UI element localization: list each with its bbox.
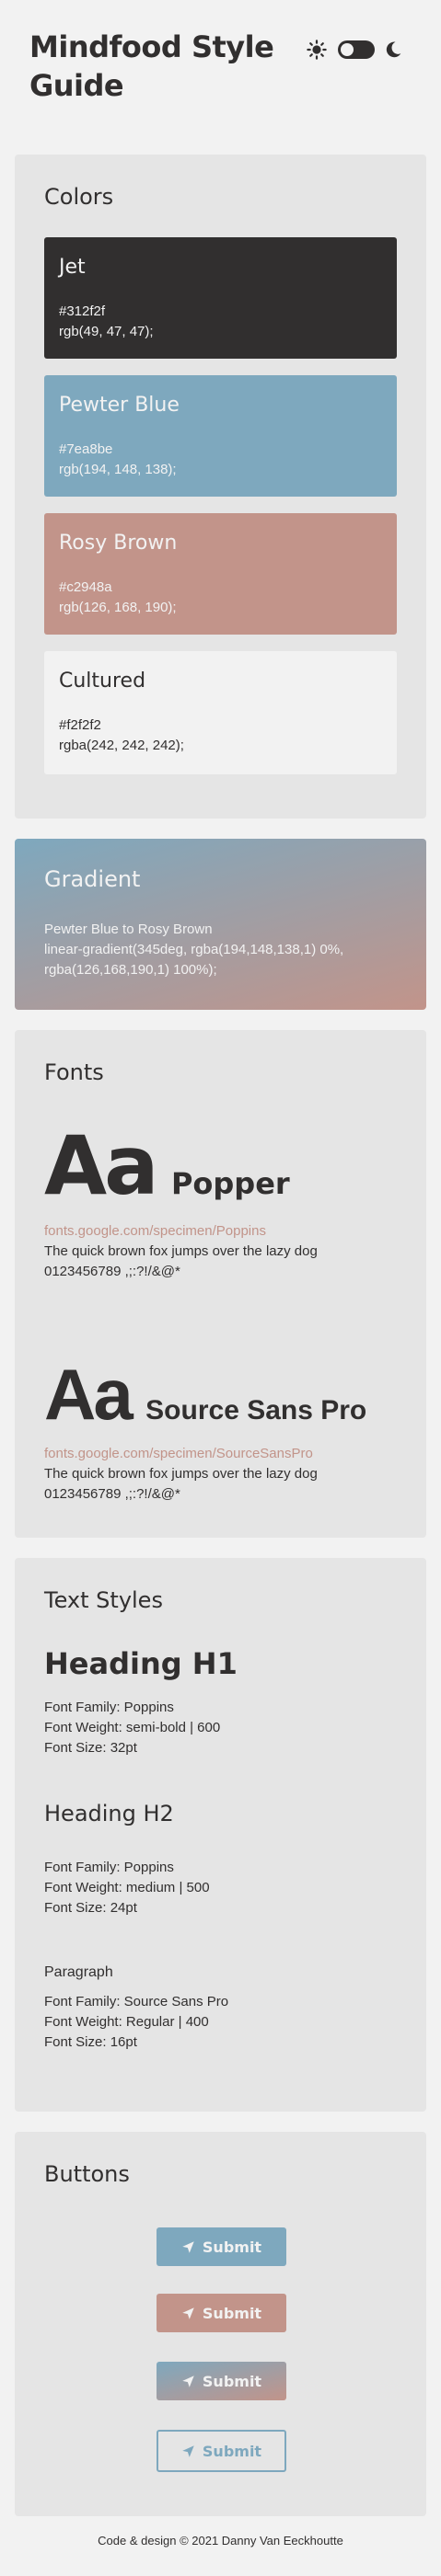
spec-weight: Font Weight: medium | 500 — [44, 1880, 210, 1895]
swatch-cultured: Cultured #f2f2f2 rgba(242, 242, 242); — [44, 651, 397, 774]
page-title-line-1: Mindfood Style — [29, 29, 274, 64]
paper-plane-icon — [182, 2240, 194, 2253]
swatch-hex: #c2948a — [59, 579, 112, 595]
fonts-title: Fonts — [44, 1059, 104, 1085]
submit-button-label: Submit — [202, 2304, 262, 2322]
font-name: Popper — [170, 1166, 290, 1201]
heading-h2-spec: Font Family: Poppins Font Weight: medium… — [44, 1858, 210, 1918]
toggle-knob — [341, 43, 354, 56]
font-pangram: The quick brown fox jumps over the lazy … — [44, 1466, 318, 1482]
spec-family: Font Family: Source Sans Pro — [44, 1994, 229, 2009]
site-header: Mindfood Style Guide — [29, 28, 306, 105]
swatch-rgb: rgb(194, 148, 138); — [59, 462, 177, 477]
submit-button-label: Submit — [202, 2442, 262, 2460]
gradient-panel: Gradient Pewter Blue to Rosy Brown linea… — [15, 839, 426, 1010]
colors-panel: Colors Jet #312f2f rgb(49, 47, 47); Pewt… — [15, 155, 426, 819]
swatch-rgb: rgba(242, 242, 242); — [59, 738, 184, 753]
footer: Code & design © 2021 Danny Van Eeckhoutt… — [98, 2534, 343, 2547]
spec-weight: Font Weight: Regular | 400 — [44, 2014, 209, 2030]
page-title-line-2: Guide — [29, 68, 124, 103]
submit-button-outline[interactable]: Submit — [157, 2430, 286, 2472]
paper-plane-icon — [182, 2307, 194, 2319]
spec-size: Font Size: 24pt — [44, 1900, 137, 1916]
font-sample-aa: Aa — [44, 1118, 158, 1213]
swatch-rgb: rgb(49, 47, 47); — [59, 324, 154, 339]
paragraph-spec: Font Family: Source Sans Pro Font Weight… — [44, 1992, 228, 2053]
paper-plane-icon — [182, 2444, 194, 2457]
paragraph-sample: Paragraph — [44, 1964, 113, 1980]
colors-title: Colors — [44, 184, 114, 210]
buttons-title: Buttons — [44, 2161, 130, 2187]
swatch-name: Jet — [59, 256, 86, 279]
swatch-name: Pewter Blue — [59, 394, 180, 417]
font-characters: 0123456789 ,;:?!/&@* — [44, 1264, 180, 1279]
font-demo-poppins: Aa Popper fonts.google.com/specimen/Popp… — [44, 1122, 403, 1282]
font-characters: 0123456789 ,;:?!/&@* — [44, 1486, 180, 1502]
theme-switch[interactable] — [307, 39, 408, 61]
font-demo-source-sans-pro: Aa Source Sans Pro fonts.google.com/spec… — [44, 1350, 403, 1505]
font-specimen-link[interactable]: fonts.google.com/specimen/SourceSansPro — [44, 1444, 403, 1464]
buttons-panel: Buttons Submit Submit Submit Submit — [15, 2132, 426, 2516]
sun-icon[interactable] — [307, 40, 327, 60]
text-styles-title: Text Styles — [44, 1587, 163, 1613]
swatch-rosy-brown: Rosy Brown #c2948a rgb(126, 168, 190); — [44, 513, 397, 635]
swatch-hex: #f2f2f2 — [59, 717, 101, 733]
heading-h2-sample: Heading H2 — [44, 1801, 174, 1826]
fonts-panel: Fonts Aa Popper fonts.google.com/specime… — [15, 1030, 426, 1538]
swatch-hex: #312f2f — [59, 303, 106, 319]
text-styles-panel: Text Styles Heading H1 Font Family: Popp… — [15, 1558, 426, 2112]
theme-toggle[interactable] — [338, 40, 375, 59]
swatch-name: Cultured — [59, 670, 146, 693]
swatch-pewter-blue: Pewter Blue #7ea8be rgb(194, 148, 138); — [44, 375, 397, 497]
gradient-title: Gradient — [44, 866, 141, 892]
gradient-line: linear-gradient(345deg, rgba(194,148,138… — [44, 942, 344, 957]
spec-weight: Font Weight: semi-bold | 600 — [44, 1720, 221, 1735]
submit-button-label: Submit — [202, 2372, 262, 2390]
font-name: Source Sans Pro — [145, 1395, 367, 1425]
font-sample-aa: Aa — [44, 1354, 133, 1435]
submit-button-rosy[interactable]: Submit — [157, 2294, 286, 2332]
font-heading-row: Aa Source Sans Pro — [44, 1350, 403, 1438]
gradient-line: rgba(126,168,190,1) 100%); — [44, 962, 217, 978]
page-title: Mindfood Style Guide — [29, 28, 306, 105]
swatch-name: Rosy Brown — [59, 532, 178, 555]
font-heading-row: Aa Popper — [44, 1122, 403, 1210]
submit-button-label: Submit — [202, 2238, 262, 2256]
submit-button-gradient[interactable]: Submit — [157, 2362, 286, 2400]
spec-family: Font Family: Poppins — [44, 1860, 174, 1875]
swatch-jet: Jet #312f2f rgb(49, 47, 47); — [44, 237, 397, 359]
heading-h1-sample: Heading H1 — [44, 1646, 238, 1681]
spec-size: Font Size: 32pt — [44, 1740, 137, 1756]
font-specimen-link[interactable]: fonts.google.com/specimen/Poppins — [44, 1221, 403, 1242]
swatch-hex: #7ea8be — [59, 441, 113, 457]
submit-button-blue[interactable]: Submit — [157, 2227, 286, 2266]
swatch-rgb: rgb(126, 168, 190); — [59, 600, 177, 615]
gradient-line: Pewter Blue to Rosy Brown — [44, 922, 213, 937]
paper-plane-icon — [182, 2375, 194, 2387]
moon-icon[interactable] — [384, 40, 402, 60]
heading-h1-spec: Font Family: Poppins Font Weight: semi-b… — [44, 1698, 220, 1758]
spec-size: Font Size: 16pt — [44, 2034, 137, 2050]
gradient-description: Pewter Blue to Rosy Brown linear-gradien… — [44, 920, 403, 980]
font-pangram: The quick brown fox jumps over the lazy … — [44, 1243, 318, 1259]
spec-family: Font Family: Poppins — [44, 1700, 174, 1715]
